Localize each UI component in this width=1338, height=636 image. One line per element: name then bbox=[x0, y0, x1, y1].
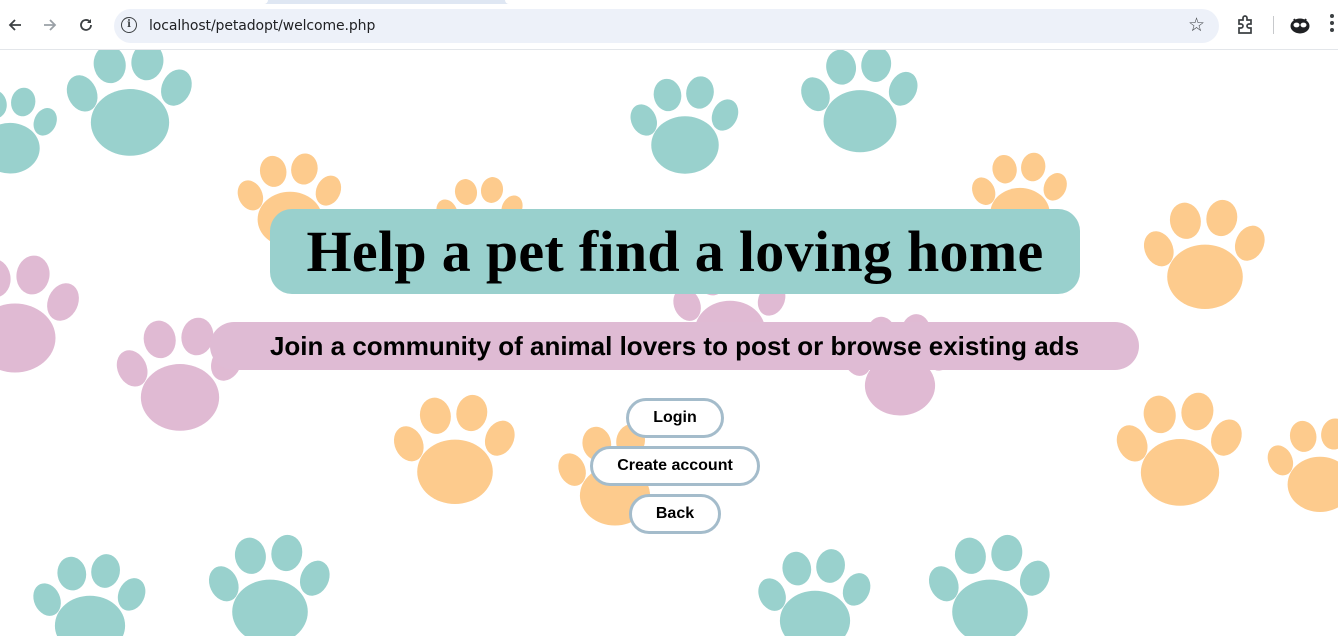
arrow-left-icon bbox=[8, 19, 21, 31]
headline-banner: Help a pet find a loving home bbox=[270, 209, 1080, 294]
reload-button[interactable] bbox=[73, 11, 99, 39]
address-bar[interactable]: i localhost/petadopt/welcome.php ☆ bbox=[114, 9, 1219, 43]
create-account-button[interactable]: Create account bbox=[590, 446, 760, 486]
back-link-button[interactable]: Back bbox=[629, 494, 721, 534]
browser-toolbar: i localhost/petadopt/welcome.php ☆ bbox=[0, 0, 1338, 50]
welcome-content: Help a pet find a loving home Join a com… bbox=[0, 50, 1338, 636]
page-title: Help a pet find a loving home bbox=[306, 219, 1044, 284]
forward-button[interactable] bbox=[37, 11, 63, 39]
toolbar-divider bbox=[1273, 16, 1274, 34]
tab-strip bbox=[0, 0, 1338, 4]
subheadline-banner: Join a community of animal lovers to pos… bbox=[210, 322, 1139, 370]
back-button[interactable] bbox=[2, 11, 28, 39]
menu-icon[interactable] bbox=[1330, 14, 1336, 36]
page-subtitle: Join a community of animal lovers to pos… bbox=[269, 330, 1080, 361]
info-icon[interactable]: i bbox=[121, 17, 137, 33]
puzzle-icon[interactable] bbox=[1236, 14, 1256, 36]
reload-icon bbox=[80, 19, 92, 31]
login-button[interactable]: Login bbox=[626, 398, 724, 438]
arrow-right-icon bbox=[44, 19, 57, 31]
star-icon[interactable]: ☆ bbox=[1188, 14, 1205, 37]
url-text[interactable]: localhost/petadopt/welcome.php bbox=[149, 18, 375, 34]
profile-icon[interactable] bbox=[1290, 16, 1310, 34]
page-viewport: Help a pet find a loving home Join a com… bbox=[0, 50, 1338, 636]
